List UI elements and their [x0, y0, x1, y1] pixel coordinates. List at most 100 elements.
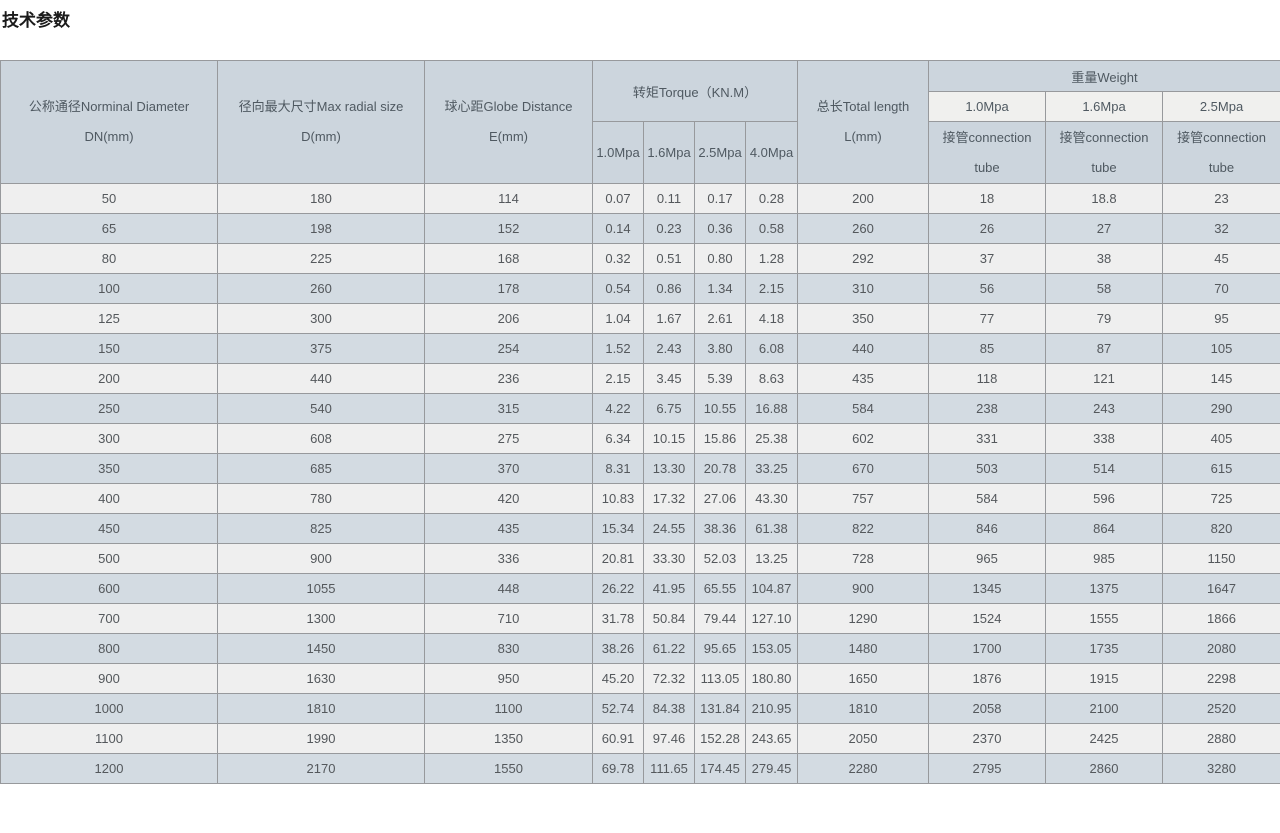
table-cell: 370	[425, 454, 593, 484]
table-cell: 45.20	[593, 664, 644, 694]
table-cell: 1345	[929, 574, 1046, 604]
header-max-radial-size-line1: 径向最大尺寸Max radial size	[218, 92, 424, 122]
header-total-length-line1: 总长Total length	[798, 92, 928, 122]
table-cell: 178	[425, 274, 593, 304]
table-cell: 97.46	[644, 724, 695, 754]
table-cell: 20.78	[695, 454, 746, 484]
table-cell: 243	[1046, 394, 1163, 424]
table-cell: 2298	[1163, 664, 1280, 694]
table-cell: 260	[798, 214, 929, 244]
table-cell: 198	[218, 214, 425, 244]
table-cell: 1200	[1, 754, 218, 784]
table-cell: 38.36	[695, 514, 746, 544]
table-cell: 5.39	[695, 364, 746, 394]
table-cell: 2370	[929, 724, 1046, 754]
table-row: 10001810110052.7484.38131.84210.95181020…	[1, 694, 1280, 724]
table-cell: 1876	[929, 664, 1046, 694]
table-cell: 254	[425, 334, 593, 364]
table-cell: 95.65	[695, 634, 746, 664]
table-cell: 105	[1163, 334, 1280, 364]
table-cell: 405	[1163, 424, 1280, 454]
table-cell: 1055	[218, 574, 425, 604]
table-cell: 2425	[1046, 724, 1163, 754]
table-cell: 3280	[1163, 754, 1280, 784]
table-cell: 65	[1, 214, 218, 244]
table-cell: 584	[798, 394, 929, 424]
table-cell: 440	[218, 364, 425, 394]
table-cell: 1000	[1, 694, 218, 724]
table-cell: 500	[1, 544, 218, 574]
table-cell: 152.28	[695, 724, 746, 754]
table-cell: 1150	[1163, 544, 1280, 574]
table-cell: 80	[1, 244, 218, 274]
table-cell: 6.75	[644, 394, 695, 424]
header-connection-tube-3-line2: tube	[1163, 153, 1280, 183]
table-cell: 846	[929, 514, 1046, 544]
table-cell: 10.15	[644, 424, 695, 454]
header-connection-tube-2: 接管connection tube	[1046, 122, 1163, 184]
table-cell: 4.22	[593, 394, 644, 424]
table-cell: 69.78	[593, 754, 644, 784]
table-row: 1253002061.041.672.614.18350777995	[1, 304, 1280, 334]
table-cell: 32	[1163, 214, 1280, 244]
table-cell: 615	[1163, 454, 1280, 484]
header-globe-distance-line2: E(mm)	[425, 122, 592, 152]
table-cell: 830	[425, 634, 593, 664]
table-cell: 6.08	[746, 334, 798, 364]
table-cell: 43.30	[746, 484, 798, 514]
table-cell: 336	[425, 544, 593, 574]
table-cell: 2.15	[746, 274, 798, 304]
table-cell: 168	[425, 244, 593, 274]
table-cell: 1524	[929, 604, 1046, 634]
table-cell: 31.78	[593, 604, 644, 634]
header-total-length-line2: L(mm)	[798, 122, 928, 152]
table-cell: 50	[1, 184, 218, 214]
table-cell: 1480	[798, 634, 929, 664]
table-cell: 20.81	[593, 544, 644, 574]
table-cell: 1100	[425, 694, 593, 724]
table-row: 40078042010.8317.3227.0643.3075758459672…	[1, 484, 1280, 514]
table-cell: 1866	[1163, 604, 1280, 634]
header-globe-distance: 球心距Globe Distance E(mm)	[425, 61, 593, 184]
table-cell: 0.28	[746, 184, 798, 214]
table-cell: 540	[218, 394, 425, 424]
table-cell: 236	[425, 364, 593, 394]
table-cell: 503	[929, 454, 1046, 484]
table-cell: 279.45	[746, 754, 798, 784]
header-weight-pressure-1: 1.0Mpa	[929, 92, 1046, 122]
table-cell: 79	[1046, 304, 1163, 334]
table-cell: 985	[1046, 544, 1163, 574]
table-cell: 2280	[798, 754, 929, 784]
table-cell: 2100	[1046, 694, 1163, 724]
table-cell: 2170	[218, 754, 425, 784]
table-cell: 58	[1046, 274, 1163, 304]
table-cell: 300	[218, 304, 425, 334]
header-torque-pressure-3: 2.5Mpa	[695, 122, 746, 184]
header-torque-group: 转矩Torque（KN.M）	[593, 61, 798, 122]
table-cell: 50.84	[644, 604, 695, 634]
table-cell: 315	[425, 394, 593, 424]
table-cell: 77	[929, 304, 1046, 334]
technical-parameters-table: 公称通径Norminal Diameter DN(mm) 径向最大尺寸Max r…	[0, 60, 1280, 784]
table-cell: 84.38	[644, 694, 695, 724]
table-cell: 670	[798, 454, 929, 484]
table-cell: 596	[1046, 484, 1163, 514]
table-row: 651981520.140.230.360.58260262732	[1, 214, 1280, 244]
table-cell: 0.80	[695, 244, 746, 274]
table-cell: 250	[1, 394, 218, 424]
table-cell: 292	[798, 244, 929, 274]
table-cell: 822	[798, 514, 929, 544]
table-cell: 1.52	[593, 334, 644, 364]
table-cell: 0.54	[593, 274, 644, 304]
table-cell: 2.61	[695, 304, 746, 334]
table-cell: 1.28	[746, 244, 798, 274]
table-cell: 1300	[218, 604, 425, 634]
header-torque-pressure-2: 1.6Mpa	[644, 122, 695, 184]
table-cell: 602	[798, 424, 929, 454]
table-cell: 27	[1046, 214, 1163, 244]
header-max-radial-size-line2: D(mm)	[218, 122, 424, 152]
table-cell: 180.80	[746, 664, 798, 694]
table-cell: 18.8	[1046, 184, 1163, 214]
table-cell: 18	[929, 184, 1046, 214]
table-cell: 125	[1, 304, 218, 334]
